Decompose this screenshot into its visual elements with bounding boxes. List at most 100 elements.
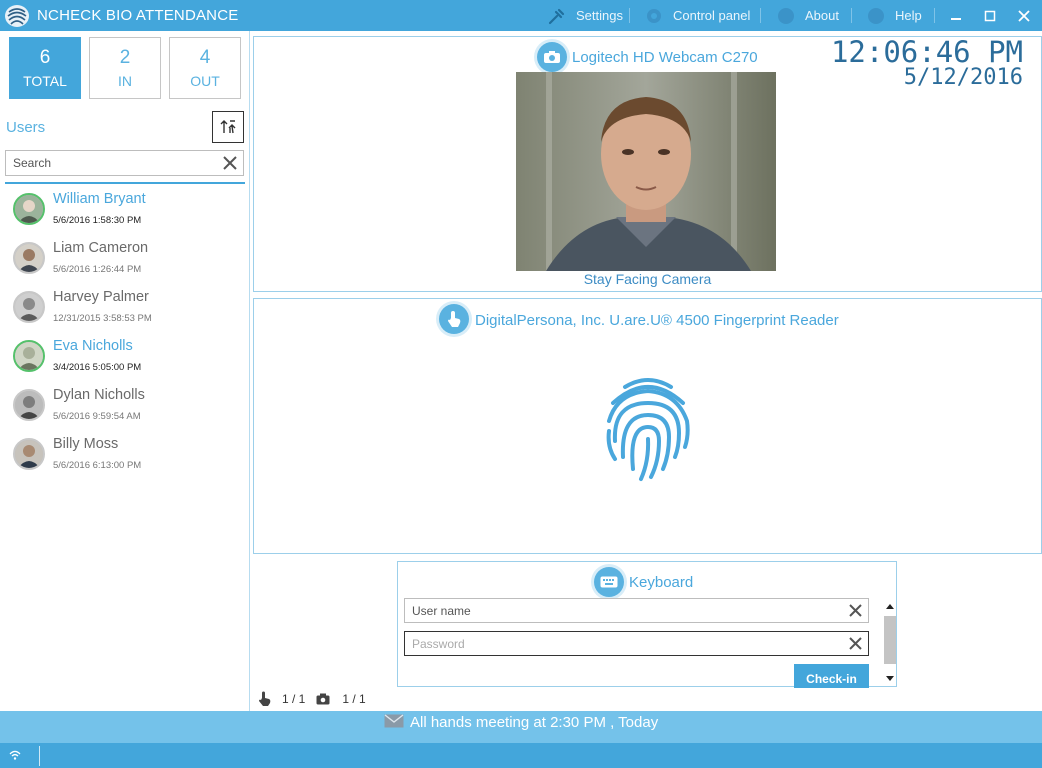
- list-item[interactable]: Harvey Palmer 12/31/2015 3:58:53 PM: [0, 285, 250, 334]
- scrollbar[interactable]: [884, 600, 896, 686]
- clear-search-icon[interactable]: [221, 154, 239, 172]
- scroll-up-icon: [886, 604, 894, 609]
- notification-message: All hands meeting at 2:30 PM , Today: [410, 714, 659, 731]
- status-divider: [39, 746, 40, 766]
- counter-out-value: 4: [199, 47, 211, 68]
- clock-time: 12:06:46 PM: [830, 35, 1023, 69]
- nav-divider: [760, 8, 761, 23]
- minimize-icon: [951, 17, 961, 20]
- user-time: 5/6/2016 6:13:00 PM: [53, 460, 142, 471]
- user-time: 5/6/2016 1:26:44 PM: [53, 264, 142, 275]
- list-item[interactable]: Liam Cameron 5/6/2016 1:26:44 PM: [0, 236, 250, 285]
- avatar: [13, 389, 45, 421]
- settings-button[interactable]: Settings: [548, 0, 623, 31]
- clear-username-icon[interactable]: [847, 602, 864, 619]
- close-icon: [1018, 9, 1030, 22]
- wrench-icon: [548, 8, 565, 24]
- keyboard-panel: Keyboard Check-in: [397, 561, 897, 688]
- user-name: Dylan Nicholls: [53, 387, 145, 403]
- search-input[interactable]: [6, 151, 206, 175]
- title-bar: NCHECK BIO ATTENDANCE Settings Control p…: [0, 0, 1042, 31]
- maximize-icon: [984, 10, 996, 21]
- sort-icon: [220, 120, 236, 134]
- counter-out-label: OUT: [190, 73, 220, 89]
- nav-divider: [851, 8, 852, 23]
- counter-total[interactable]: 6 TOTAL: [9, 37, 81, 99]
- help-label: Help: [895, 8, 922, 23]
- wifi-icon: [9, 750, 21, 760]
- maximize-button[interactable]: [976, 0, 1004, 31]
- user-name: Billy Moss: [53, 436, 119, 452]
- camera-icon: [537, 42, 567, 72]
- control-panel-label: Control panel: [673, 8, 751, 23]
- nav-divider: [934, 8, 935, 23]
- nav-divider: [629, 8, 630, 23]
- notification-bar: All hands meeting at 2:30 PM , Today: [0, 711, 1042, 743]
- mail-icon: [384, 714, 404, 728]
- user-name: Eva Nicholls: [53, 338, 133, 354]
- avatar: [13, 291, 45, 323]
- info-icon: [778, 7, 794, 24]
- control-panel-button[interactable]: Control panel: [645, 0, 750, 31]
- user-list: William Bryant 5/6/2016 1:58:30 PM Liam …: [0, 187, 250, 481]
- list-item[interactable]: Billy Moss 5/6/2016 6:13:00 PM: [0, 432, 250, 481]
- about-label: About: [805, 8, 839, 23]
- password-box: [404, 631, 869, 656]
- device-pager: 1 / 1 1 / 1: [258, 690, 366, 708]
- camera-device-name: Logitech HD Webcam C270: [572, 49, 758, 66]
- list-item[interactable]: Dylan Nicholls 5/6/2016 9:59:54 AM: [0, 383, 250, 432]
- counter-total-label: TOTAL: [23, 73, 67, 89]
- app-logo-icon: [5, 4, 29, 27]
- fingerprint-device-name: DigitalPersona, Inc. U.are.U® 4500 Finge…: [475, 312, 839, 329]
- avatar: [13, 242, 45, 274]
- user-time: 12/31/2015 3:58:53 PM: [53, 313, 152, 324]
- counter-out[interactable]: 4 OUT: [169, 37, 241, 99]
- help-button[interactable]: Help: [867, 0, 922, 31]
- touch-icon: [439, 304, 469, 334]
- scroll-down-icon: [886, 676, 894, 681]
- keyboard-title: Keyboard: [629, 574, 694, 591]
- camera-feed: [516, 72, 776, 271]
- camera-device-icon: [316, 693, 330, 705]
- checkin-button[interactable]: Check-in: [794, 664, 869, 688]
- username-field[interactable]: [405, 599, 825, 622]
- gear-icon: [647, 8, 661, 23]
- counter-in-label: IN: [118, 73, 132, 89]
- keyboard-icon: [594, 567, 624, 597]
- settings-label: Settings: [576, 8, 623, 23]
- user-name: Harvey Palmer: [53, 289, 149, 305]
- user-name: Liam Cameron: [53, 240, 149, 256]
- users-sidebar: 6 TOTAL 2 IN 4 OUT Users William Bryant …: [0, 31, 250, 711]
- clear-password-icon[interactable]: [847, 635, 864, 652]
- minimize-button[interactable]: [942, 0, 970, 31]
- list-item[interactable]: Eva Nicholls 3/4/2016 5:05:00 PM: [0, 334, 250, 383]
- counter-total-value: 6: [39, 47, 51, 68]
- camera-page: 1 / 1: [342, 692, 366, 706]
- counter-in-value: 2: [119, 47, 131, 68]
- list-item[interactable]: William Bryant 5/6/2016 1:58:30 PM: [0, 187, 250, 236]
- clock-date: 5/12/2016: [903, 65, 1023, 90]
- fingerprint-icon: [606, 378, 690, 481]
- fingerprint-panel: DigitalPersona, Inc. U.are.U® 4500 Finge…: [253, 298, 1042, 554]
- search-box: [5, 150, 244, 176]
- close-window-button[interactable]: [1010, 0, 1038, 31]
- scroll-thumb: [884, 616, 896, 664]
- username-box: [404, 598, 869, 623]
- user-time: 3/4/2016 5:05:00 PM: [53, 362, 142, 373]
- password-field[interactable]: [405, 632, 825, 655]
- about-button[interactable]: About: [777, 0, 839, 31]
- list-divider: [5, 182, 245, 184]
- user-time: 5/6/2016 1:58:30 PM: [53, 215, 142, 226]
- fingerprint-page: 1 / 1: [282, 692, 306, 706]
- status-bar: [0, 743, 1042, 768]
- user-time: 5/6/2016 9:59:54 AM: [53, 411, 141, 422]
- counter-in[interactable]: 2 IN: [89, 37, 161, 99]
- user-name: William Bryant: [53, 191, 146, 207]
- camera-panel: Logitech HD Webcam C270 12:06:46 PM 5/12…: [253, 35, 1042, 292]
- help-icon: [868, 7, 884, 24]
- fingerprint-device-icon: [259, 691, 271, 706]
- avatar: [13, 193, 45, 225]
- sort-button[interactable]: [212, 111, 244, 143]
- camera-caption: Stay Facing Camera: [583, 271, 712, 287]
- users-heading: Users: [6, 119, 46, 136]
